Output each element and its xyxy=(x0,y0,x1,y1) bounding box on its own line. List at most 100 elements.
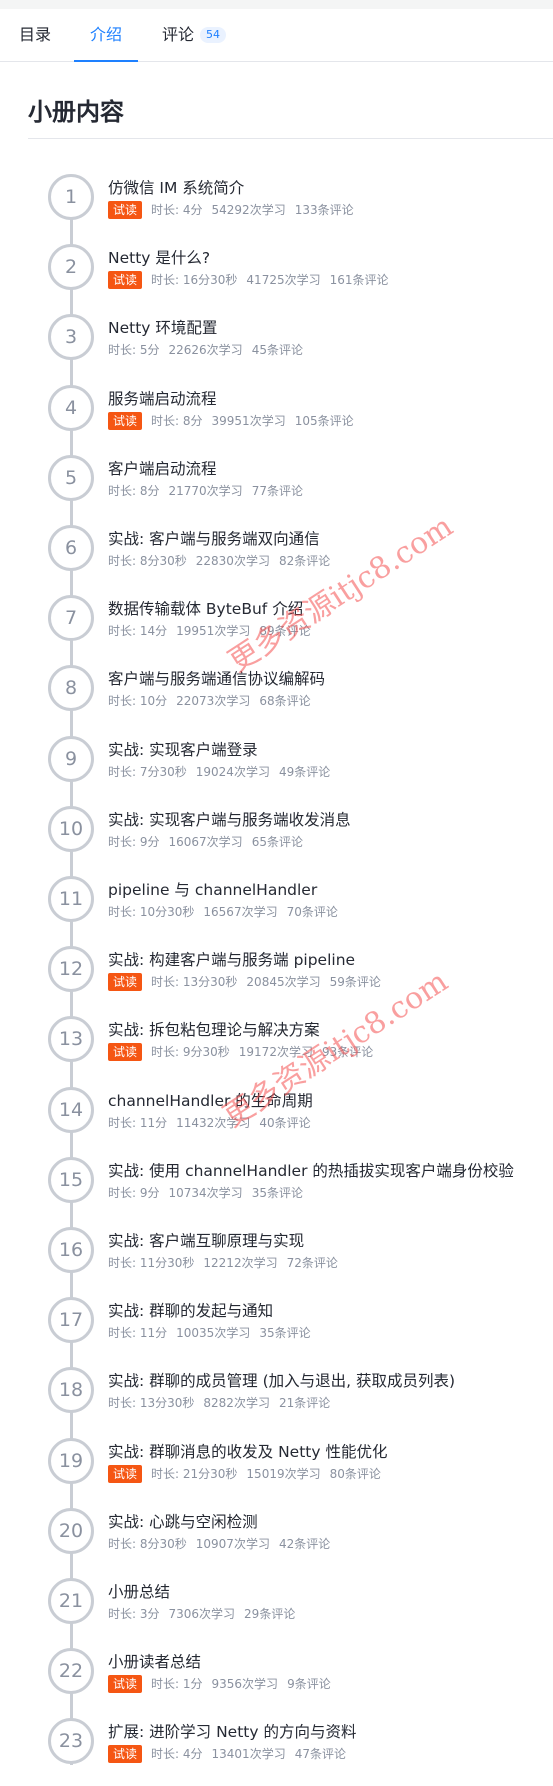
chapter-title[interactable]: pipeline 与 channelHandler xyxy=(108,878,317,900)
tab-comments-label: 评论 xyxy=(162,25,195,44)
chapter-item[interactable]: 15 实战: 使用 channelHandler 的热插拔实现客户端身份校验 时长:… xyxy=(0,1155,553,1225)
chapter-meta: 试读 时长: 9分30秒 19172次学习 93条评论 xyxy=(108,1043,382,1061)
chapter-meta: 时长: 10分 22073次学习 68条评论 xyxy=(108,692,320,710)
chapter-item[interactable]: 19 实战: 群聊消息的收发及 Netty 性能优化 试读 时长: 21分30秒 150… xyxy=(0,1436,553,1506)
chapter-duration: 时长: 8分30秒 xyxy=(108,1537,187,1551)
chapter-number-circle: 21 xyxy=(48,1578,94,1624)
chapter-title[interactable]: 小册读者总结 xyxy=(108,1650,201,1672)
chapter-title[interactable]: 实战: 群聊的发起与通知 xyxy=(108,1299,273,1321)
chapter-item[interactable]: 4 服务端启动流程 试读 时长: 8分 39951次学习 105条评论 xyxy=(0,383,553,453)
chapter-number-circle: 22 xyxy=(48,1648,94,1694)
chapter-learners: 39951次学习 xyxy=(211,414,286,428)
chapter-item[interactable]: 5 客户端启动流程 时长: 8分 21770次学习 77条评论 xyxy=(0,453,553,523)
tab-intro-label: 介绍 xyxy=(90,25,123,44)
chapter-item[interactable]: 23 扩展: 进阶学习 Netty 的方向与资料试读 时长: 4分 13401次学习 4… xyxy=(0,1716,553,1786)
tab-intro[interactable]: 介绍 xyxy=(73,9,139,62)
chapter-title[interactable]: 实战: 客户端与服务端双向通信 xyxy=(108,527,320,549)
chapter-item[interactable]: 18 实战: 群聊的成员管理 (加入与退出, 获取成员列表) 时长: 13分30秒 8… xyxy=(0,1365,553,1435)
chapter-item[interactable]: 8 客户端与服务端通信协议编解码 时长: 10分 22073次学习 68条评论 xyxy=(0,663,553,733)
chapter-duration: 时长: 16分30秒 xyxy=(151,273,238,287)
chapter-item[interactable]: 22 小册读者总结 试读 时长: 1分 9356次学习 9条评论 xyxy=(0,1646,553,1716)
chapter-duration: 时长: 3分 xyxy=(108,1607,160,1621)
chapter-comments: 35条评论 xyxy=(259,1326,311,1340)
chapter-item[interactable]: 7 数据传输载体 ByteBuf 介绍 时长: 14分 19951次学习 89条评论 xyxy=(0,593,553,663)
chapter-title[interactable]: 实战: 实现客户端与服务端收发消息 xyxy=(108,808,351,830)
chapter-learners: 7306次学习 xyxy=(168,1607,236,1621)
chapter-item[interactable]: 9 实战: 实现客户端登录 时长: 7分30秒 19024次学习 49条评论 xyxy=(0,734,553,804)
chapter-learners: 9356次学习 xyxy=(211,1677,279,1691)
chapter-title[interactable]: 小册总结 xyxy=(108,1580,170,1602)
comment-count-badge: 54 xyxy=(200,27,227,43)
chapter-duration: 时长: 9分 xyxy=(108,835,160,849)
chapter-title[interactable]: 实战: 群聊的成员管理 (加入与退出, 获取成员列表) xyxy=(108,1369,455,1391)
chapter-comments: 80条评论 xyxy=(329,1467,381,1481)
chapter-title[interactable]: channelHandler 的生命周期 xyxy=(108,1089,313,1111)
trial-badge: 试读 xyxy=(108,1745,143,1763)
chapter-title[interactable]: 实战: 构建客户端与服务端 pipeline xyxy=(108,948,355,970)
trial-badge: 试读 xyxy=(108,271,143,289)
chapter-item[interactable]: 11 pipeline 与 channelHandler 时长: 10分30秒 165… xyxy=(0,874,553,944)
chapter-duration: 时长: 21分30秒 xyxy=(151,1467,238,1481)
chapter-title[interactable]: 数据传输载体 ByteBuf 介绍 xyxy=(108,597,303,619)
chapter-number-circle: 1 xyxy=(48,174,94,220)
chapter-title[interactable]: 实战: 拆包粘包理论与解决方案 xyxy=(108,1018,320,1040)
chapter-title[interactable]: 客户端与服务端通信协议编解码 xyxy=(108,667,325,689)
chapter-item[interactable]: 10 实战: 实现客户端与服务端收发消息 时长: 9分 16067次学习 65条评论 xyxy=(0,804,553,874)
chapter-title[interactable]: 扩展: 进阶学习 Netty 的方向与资料 xyxy=(108,1720,356,1742)
divider xyxy=(28,138,553,139)
chapter-comments: 9条评论 xyxy=(287,1677,331,1691)
chapter-duration: 时长: 10分 xyxy=(108,694,168,708)
chapter-comments: 105条评论 xyxy=(294,414,354,428)
chapter-item[interactable]: 3 Netty 环境配置 时长: 5分 22626次学习 45条评论 xyxy=(0,312,553,382)
trial-badge: 试读 xyxy=(108,412,143,430)
chapter-item[interactable]: 14 channelHandler 的生命周期 时长: 11分 11432次学习 40条… xyxy=(0,1085,553,1155)
chapter-comments: 35条评论 xyxy=(251,1186,303,1200)
chapter-number-circle: 19 xyxy=(48,1438,94,1484)
chapter-title[interactable]: 服务端启动流程 xyxy=(108,387,217,409)
chapter-title[interactable]: 实战: 实现客户端登录 xyxy=(108,738,258,760)
chapter-title[interactable]: 实战: 客户端互聊原理与实现 xyxy=(108,1229,304,1251)
chapter-item[interactable]: 20 实战: 心跳与空闲检测 时长: 8分30秒 10907次学习 42条评论 xyxy=(0,1506,553,1576)
chapter-title[interactable]: 实战: 心跳与空闲检测 xyxy=(108,1510,258,1532)
chapter-item[interactable]: 21 小册总结 时长: 3分 7306次学习 29条评论 xyxy=(0,1576,553,1646)
tab-catalog[interactable]: 目录 xyxy=(19,9,51,61)
chapter-item[interactable]: 2 Netty 是什么? 试读 时长: 16分30秒 41725次学习 161条评论 xyxy=(0,242,553,312)
chapter-item[interactable]: 16 实战: 客户端互聊原理与实现 时长: 11分30秒 12212次学习 72条评论 xyxy=(0,1225,553,1295)
chapter-duration: 时长: 10分30秒 xyxy=(108,905,195,919)
chapter-meta: 时长: 9分 10734次学习 35条评论 xyxy=(108,1184,312,1202)
chapter-number-circle: 23 xyxy=(48,1718,94,1764)
chapter-learners: 41725次学习 xyxy=(246,273,321,287)
chapter-item[interactable]: 17 实战: 群聊的发起与通知 时长: 11分 10035次学习 35条评论 xyxy=(0,1295,553,1365)
chapter-learners: 54292次学习 xyxy=(211,203,286,217)
chapter-duration: 时长: 13分30秒 xyxy=(108,1396,195,1410)
chapter-comments: 93条评论 xyxy=(321,1045,374,1059)
chapter-learners: 16067次学习 xyxy=(168,835,243,849)
tab-comments[interactable]: 评论 54 xyxy=(162,9,227,61)
trial-badge: 试读 xyxy=(108,1675,143,1693)
chapter-title[interactable]: 仿微信 IM 系统简介 xyxy=(108,176,244,198)
chapter-item[interactable]: 13 实战: 拆包粘包理论与解决方案试读 时长: 9分30秒 19172次学习 93条评… xyxy=(0,1014,553,1084)
chapter-number-circle: 13 xyxy=(48,1016,94,1062)
chapter-item[interactable]: 6 实战: 客户端与服务端双向通信 时长: 8分30秒 22830次学习 82条评论 xyxy=(0,523,553,593)
chapter-meta: 试读 时长: 4分 13401次学习 47条评论 xyxy=(108,1745,355,1763)
chapter-number-circle: 2 xyxy=(48,244,94,290)
chapter-title[interactable]: Netty 环境配置 xyxy=(108,316,217,338)
chapter-duration: 时长: 13分30秒 xyxy=(151,975,238,989)
chapter-comments: 59条评论 xyxy=(329,975,381,989)
chapter-learners: 8282次学习 xyxy=(203,1396,270,1410)
chapter-title[interactable]: 实战: 使用 channelHandler 的热插拔实现客户端身份校验 xyxy=(108,1159,514,1181)
top-strip xyxy=(0,0,553,9)
chapter-comments: 42条评论 xyxy=(278,1537,331,1551)
chapter-comments: 70条评论 xyxy=(286,905,338,919)
chapter-item[interactable]: 1 仿微信 IM 系统简介 试读 时长: 4分 54292次学习 133条评论 xyxy=(0,172,553,242)
chapter-learners: 10907次学习 xyxy=(195,1537,270,1551)
chapter-title[interactable]: 实战: 群聊消息的收发及 Netty 性能优化 xyxy=(108,1440,387,1462)
chapter-meta: 时长: 3分 7306次学习 29条评论 xyxy=(108,1605,304,1623)
chapter-number-circle: 12 xyxy=(48,946,94,992)
chapter-meta: 时长: 8分30秒 10907次学习 42条评论 xyxy=(108,1535,339,1553)
chapter-title[interactable]: 客户端启动流程 xyxy=(108,457,217,479)
chapter-title[interactable]: Netty 是什么? xyxy=(108,246,210,268)
chapter-meta: 试读 时长: 1分 9356次学习 9条评论 xyxy=(108,1675,340,1693)
chapter-comments: 133条评论 xyxy=(294,203,354,217)
chapter-item[interactable]: 12 实战: 构建客户端与服务端 pipeline 试读 时长: 13分30秒 2084… xyxy=(0,944,553,1014)
